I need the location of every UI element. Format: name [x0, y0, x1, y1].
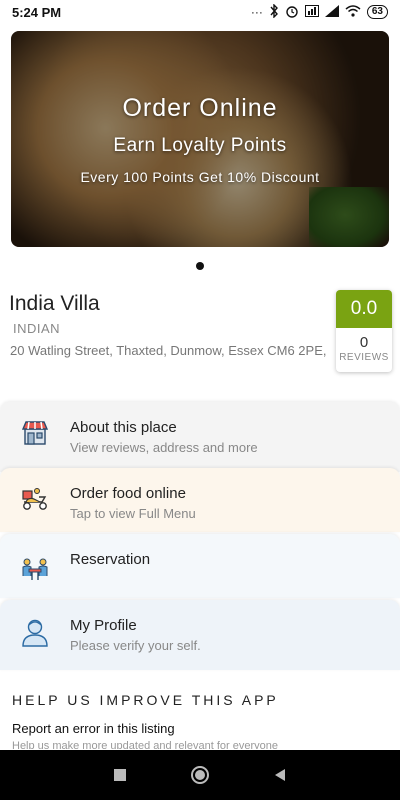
cell-signal-icon — [324, 4, 339, 20]
menu-item-title: Reservation — [70, 551, 151, 568]
carousel-dot-active[interactable] — [196, 262, 204, 270]
menu-item-subtitle: Tap to view Full Menu — [70, 506, 196, 521]
bluetooth-icon — [269, 2, 279, 21]
system-nav-bar — [0, 750, 400, 800]
rating-score: 0.0 — [336, 290, 392, 328]
menu-item-title: My Profile — [70, 617, 137, 634]
menu-item-reservation[interactable]: Reservation — [0, 534, 400, 598]
triangle-back-icon — [275, 769, 285, 781]
hero-tagline: Every 100 Points Get 10% Discount — [80, 169, 320, 185]
report-error-subtitle: Help us make more updated and relevant f… — [12, 740, 278, 749]
menu-item-order-food[interactable]: Order food online Tap to view Full Menu — [0, 468, 400, 532]
recents-button[interactable] — [100, 755, 140, 795]
dots-icon: ··· — [250, 5, 263, 19]
menu-item-profile[interactable]: My Profile Please verify your self. — [0, 600, 400, 670]
menu-item-subtitle: Please verify your self. — [70, 638, 201, 653]
hero-subtitle: Earn Loyalty Points — [113, 135, 287, 156]
battery-icon: 63 — [366, 5, 388, 19]
carousel-indicator — [0, 262, 400, 270]
storefront-icon — [21, 419, 49, 452]
status-time: 5:24 PM — [12, 4, 62, 20]
menu-item-title: About this place — [70, 419, 177, 436]
back-button[interactable] — [260, 755, 300, 795]
restaurant-address: 20 Watling Street, Thaxted, Dunmow, Esse… — [10, 343, 327, 358]
report-error-link[interactable]: Report an error in this listing — [12, 721, 175, 736]
circle-icon — [191, 766, 209, 784]
menu-item-subtitle: View reviews, address and more — [70, 440, 258, 455]
home-button[interactable] — [180, 755, 220, 795]
hero-title: Order Online — [122, 94, 278, 122]
signal-box-icon — [304, 4, 319, 20]
wifi-icon — [345, 4, 361, 20]
user-icon — [21, 617, 49, 652]
delivery-scooter-icon — [20, 485, 50, 518]
rating-box[interactable]: 0.0 0 REVIEWS — [336, 290, 392, 372]
status-bar: 5:24 PM ··· 63 — [0, 0, 400, 24]
reviews-label: REVIEWS — [339, 352, 389, 363]
dining-table-icon — [21, 556, 49, 587]
menu-item-title: Order food online — [70, 485, 186, 502]
status-icons: ··· 63 — [250, 2, 388, 21]
restaurant-name: India Villa — [9, 292, 100, 315]
alarm-icon — [285, 4, 299, 21]
hero-banner[interactable]: Order Online Earn Loyalty Points Every 1… — [11, 31, 389, 247]
menu-item-about[interactable]: About this place View reviews, address a… — [0, 402, 400, 472]
help-section-title: HELP US IMPROVE THIS APP — [12, 692, 279, 708]
restaurant-cuisine: INDIAN — [13, 321, 61, 336]
square-icon — [114, 769, 126, 781]
reviews-count: 0 — [359, 334, 369, 351]
